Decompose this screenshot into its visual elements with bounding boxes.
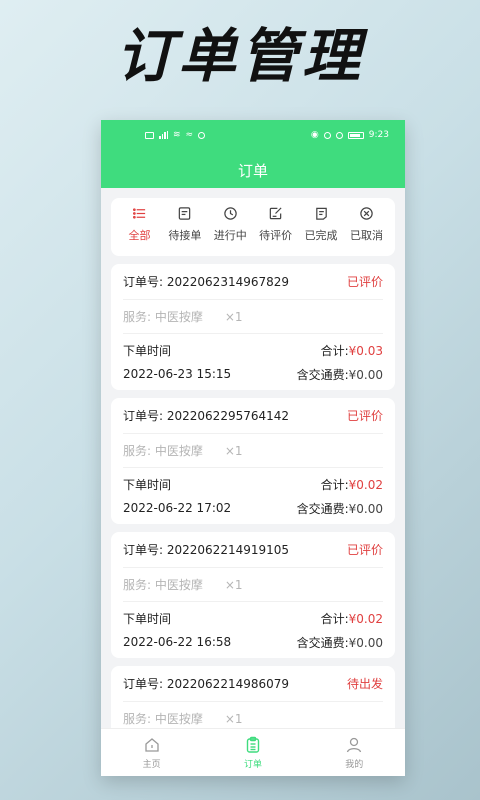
service-qty: ×1 <box>224 443 243 458</box>
order-number: 订单号: 2022062214919105 <box>123 543 290 557</box>
order-icon <box>246 736 260 753</box>
nav-label: 主页 <box>142 760 161 770</box>
home-icon <box>145 738 159 752</box>
order-time-label: 下单时间 <box>123 477 172 492</box>
wifi-icon: ≋ <box>173 130 181 140</box>
edit-note-icon <box>269 207 282 220</box>
alarm-icon <box>323 131 331 139</box>
total-label: 合计: <box>320 477 349 492</box>
tab-pending[interactable]: 待接单 <box>162 206 207 256</box>
user-icon <box>347 737 362 753</box>
service-name: 服务: 中医按摩 <box>123 310 203 324</box>
service-name: 服务: 中医按摩 <box>123 578 203 592</box>
total-label: 合计: <box>320 611 349 626</box>
service-qty: ×1 <box>224 577 243 592</box>
order-filter-tabs: 全部 待接单 进行中 待评价 已完成 已取消 <box>111 198 395 256</box>
order-time: 2022-06-22 17:02 <box>123 501 232 515</box>
app-header: ≋ ≈ ◉ 9:23 订单 <box>101 120 405 188</box>
order-time-label: 下单时间 <box>123 343 172 358</box>
hd-icon <box>145 131 154 139</box>
notification-icon <box>198 131 206 139</box>
signal-icon <box>159 131 168 139</box>
nav-home[interactable]: 主页 <box>122 736 182 776</box>
nav-orders[interactable]: 订单 <box>223 736 283 776</box>
service-qty: ×1 <box>224 711 243 726</box>
order-status: 已评价 <box>346 275 383 289</box>
fee-amount: ¥0.00 <box>348 501 383 516</box>
fee-amount: ¥0.00 <box>348 367 383 382</box>
order-status: 已评价 <box>346 543 383 557</box>
tab-all[interactable]: 全部 <box>117 206 162 256</box>
nav-label: 订单 <box>243 760 262 770</box>
total-amount: ¥0.03 <box>348 343 383 358</box>
battery-icon <box>347 131 364 139</box>
nfc-icon: ≈ <box>185 130 194 140</box>
service-name: 服务: 中医按摩 <box>123 712 203 726</box>
order-status: 已评价 <box>346 409 383 423</box>
tab-in-progress[interactable]: 进行中 <box>208 206 253 256</box>
order-card[interactable]: 订单号: 2022062214919105 已评价 服务: 中医按摩 ×1 下单时间… <box>111 532 395 658</box>
tab-completed[interactable]: 已完成 <box>299 206 344 256</box>
order-time-label: 下单时间 <box>123 611 172 626</box>
order-card[interactable]: 订单号: 2022062295764142 已评价 服务: 中医按摩 ×1 下单时间… <box>111 398 395 524</box>
clock-icon <box>224 207 237 220</box>
order-number: 订单号: 2022062295764142 <box>123 409 290 423</box>
tab-cancelled[interactable]: 已取消 <box>344 206 389 256</box>
fee-label: 含交通费: <box>296 635 349 650</box>
fee-amount: ¥0.00 <box>348 635 383 650</box>
document-icon <box>179 207 191 220</box>
list-icon <box>132 208 146 219</box>
tab-to-review[interactable]: 待评价 <box>253 206 298 256</box>
tab-label: 待接单 <box>168 229 202 242</box>
order-time: 2022-06-22 16:58 <box>123 635 232 649</box>
fee-label: 含交通费: <box>296 367 349 382</box>
tab-label: 全部 <box>128 229 151 242</box>
order-time: 2022-06-23 15:15 <box>123 367 232 381</box>
phone-screen: ≋ ≈ ◉ 9:23 订单 全部 待接单 进行中 待评价 已完成 已取消 订单号… <box>101 120 405 776</box>
nav-profile[interactable]: 我的 <box>324 736 384 776</box>
total-amount: ¥0.02 <box>348 611 383 626</box>
order-number: 订单号: 2022062214986079 <box>123 677 290 691</box>
tab-label: 待评价 <box>259 229 293 242</box>
service-name: 服务: 中医按摩 <box>123 444 203 458</box>
eye-icon: ◉ <box>310 130 319 140</box>
tab-label: 进行中 <box>213 229 247 242</box>
promo-title: 订单管理 <box>115 22 364 90</box>
fee-label: 含交通费: <box>296 501 349 516</box>
tab-label: 已取消 <box>349 229 383 242</box>
speed-icon <box>335 131 343 139</box>
nav-label: 我的 <box>345 760 364 770</box>
service-qty: ×1 <box>224 309 243 324</box>
tab-label: 已完成 <box>304 229 338 242</box>
total-label: 合计: <box>320 343 349 358</box>
page-title: 订单 <box>237 162 268 180</box>
status-bar: ≋ ≈ ◉ 9:23 <box>101 120 405 150</box>
check-doc-icon <box>315 207 327 220</box>
order-status: 待出发 <box>346 677 383 691</box>
bottom-nav: 主页 订单 我的 <box>101 728 405 776</box>
cancel-circle-icon <box>360 207 373 220</box>
status-time: 9:23 <box>368 130 389 140</box>
order-card[interactable]: 订单号: 2022062314967829 已评价 服务: 中医按摩 ×1 下单时间… <box>111 264 395 390</box>
order-number: 订单号: 2022062314967829 <box>123 275 290 289</box>
total-amount: ¥0.02 <box>348 477 383 492</box>
